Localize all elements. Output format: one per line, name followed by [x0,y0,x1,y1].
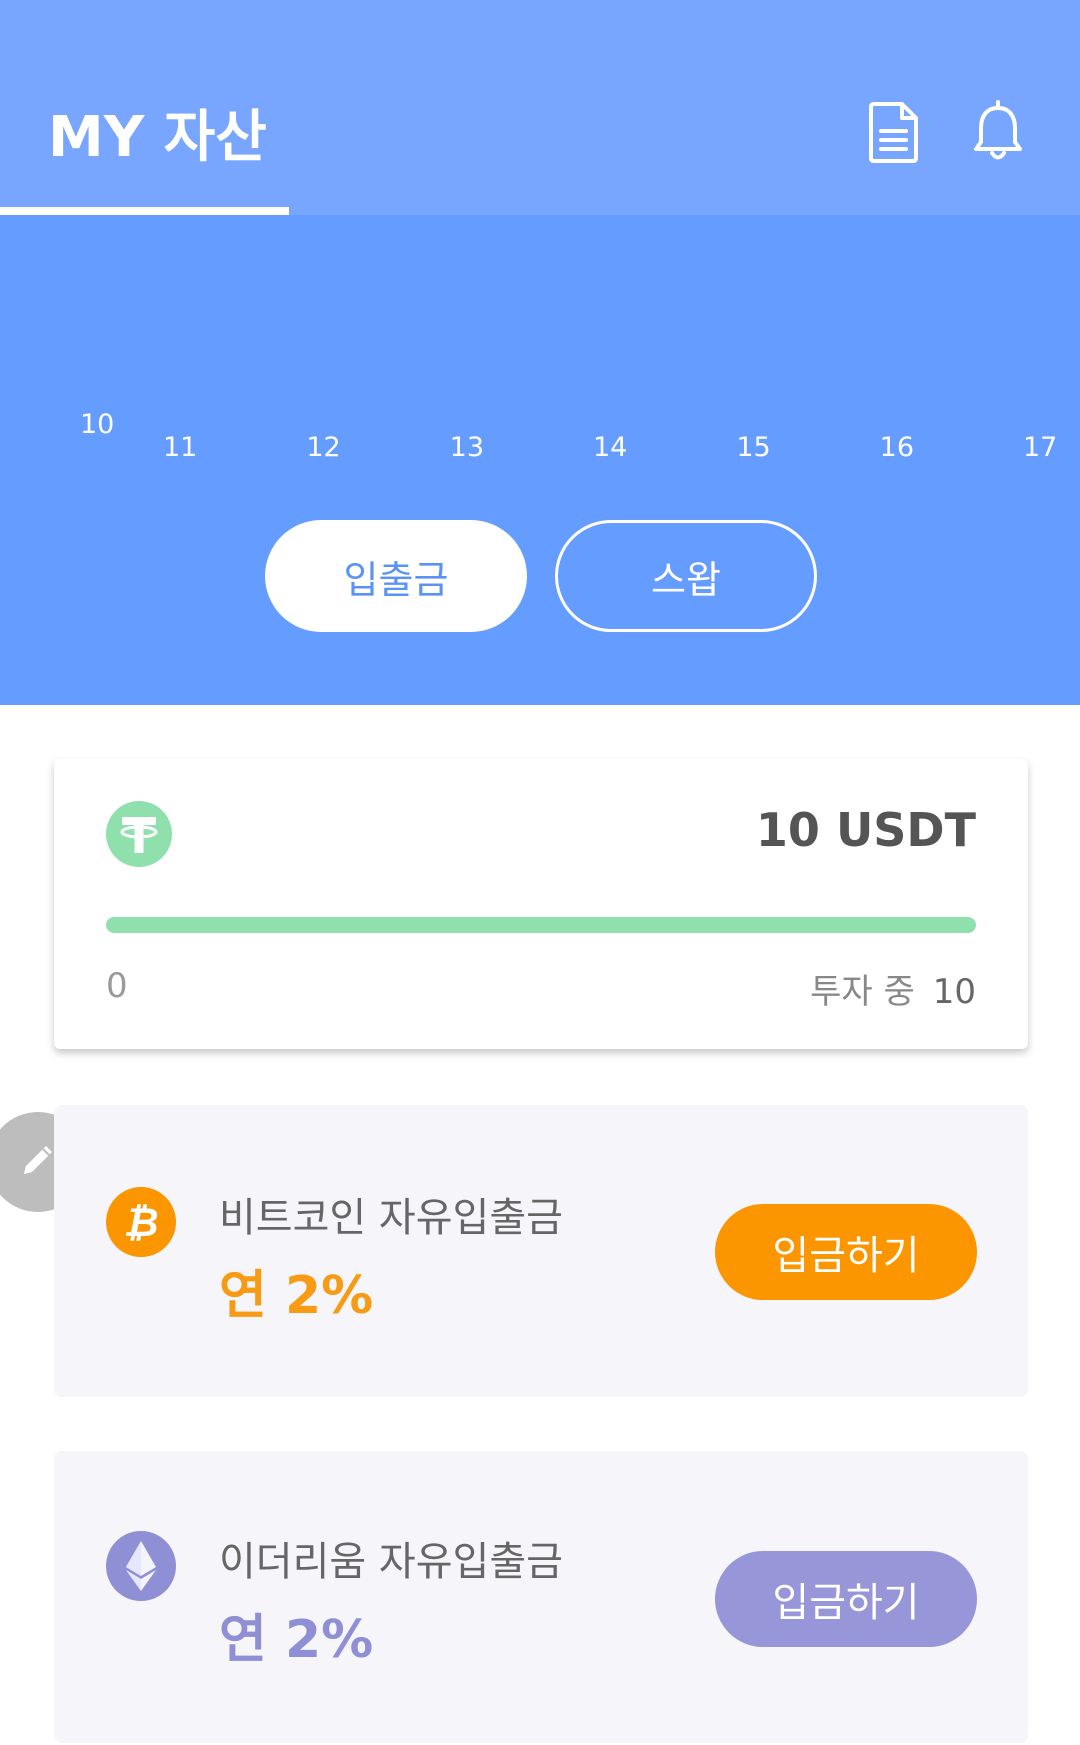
product-rate: 연 2% [219,1266,374,1326]
x-tick-label: 14 [593,432,628,463]
x-tick-label: 17 [1023,432,1058,463]
ethereum-deposit-button[interactable]: 입금하기 [715,1551,977,1647]
document-icon[interactable] [868,100,928,172]
asset-line-chart [166,379,1026,391]
investing-label: 투자 중 [810,972,915,1012]
swap-button[interactable]: 스왑 [555,520,817,632]
investing-summary: 투자 중 10 [810,964,976,1013]
product-name: 이더리움 자유입출금 [219,1539,563,1585]
bitcoin-icon: ₿ [106,1187,176,1257]
progress-min-label: 0 [106,966,128,1006]
investment-progress-fill [106,917,976,933]
bitcoin-deposit-button[interactable]: 입금하기 [715,1204,977,1300]
top-app-bar: MY 자산 [0,0,1080,215]
x-tick-label: 16 [879,432,915,463]
product-rate: 연 2% [219,1610,374,1670]
y-tick-label: 10 [80,409,115,440]
ethereum-icon [106,1531,176,1601]
ethereum-savings-card[interactable]: 이더리움 자유입출금 연 2% 입금하기 [54,1451,1028,1743]
investment-progress-bar [106,917,976,933]
page-title[interactable]: MY 자산 [48,92,267,173]
usdt-balance-card[interactable]: 10 USDT 0 투자 중 10 [54,759,1028,1049]
svg-text:₿: ₿ [123,1200,158,1246]
bitcoin-savings-card[interactable]: ₿ 비트코인 자유입출금 연 2% 입금하기 [54,1105,1028,1397]
usdt-amount: 10 USDT [755,803,976,857]
app-root: MY 자산 10 11 12 13 14 15 16 17 입출금 스왑 10 … [0,0,1080,1745]
x-tick-label: 15 [736,432,771,463]
x-tick-label: 13 [449,432,485,463]
investing-value: 10 [932,972,976,1012]
x-tick-label: 11 [163,432,198,463]
product-name: 비트코인 자유입출금 [219,1195,563,1241]
tab-indicator [0,207,289,215]
deposit-withdraw-button[interactable]: 입출금 [265,520,527,632]
tether-icon [106,801,172,867]
x-tick-label: 12 [306,432,341,463]
bell-icon[interactable] [972,100,1032,172]
